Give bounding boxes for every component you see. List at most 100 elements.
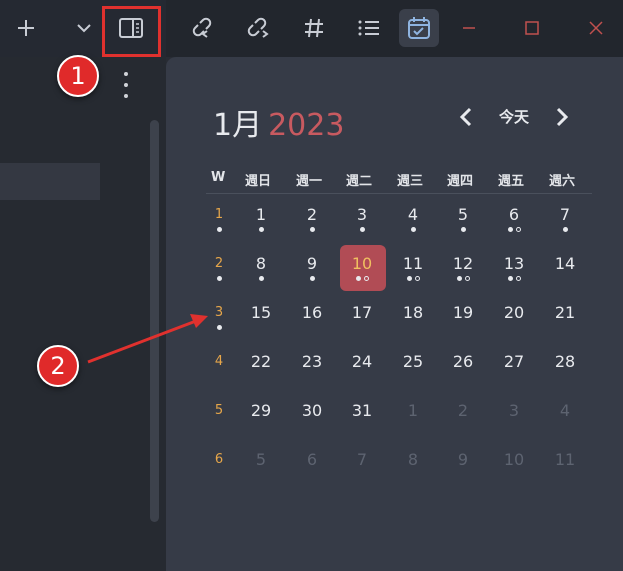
calendar-day[interactable]: 13: [494, 254, 534, 273]
header-divider: [206, 193, 592, 194]
calendar-day[interactable]: 16: [292, 303, 332, 322]
calendar-day[interactable]: 8: [241, 254, 281, 273]
calendar-day[interactable]: 12: [443, 254, 483, 273]
calendar-day[interactable]: 6: [292, 450, 332, 469]
selected-item[interactable]: [0, 163, 100, 200]
calendar-day[interactable]: 4: [393, 205, 433, 224]
calendar-day[interactable]: 19: [443, 303, 483, 322]
calendar-day[interactable]: 31: [342, 401, 382, 420]
today-button[interactable]: 今天: [490, 106, 538, 128]
calendar-day[interactable]: 10: [494, 450, 534, 469]
sidebar-toggle-highlight: [102, 6, 161, 57]
chevron-down-icon[interactable]: [66, 10, 102, 46]
week-number[interactable]: 4: [209, 354, 229, 369]
calendar-day[interactable]: 7: [342, 450, 382, 469]
calendar-day[interactable]: 30: [292, 401, 332, 420]
calendar-day[interactable]: 8: [393, 450, 433, 469]
task-dot: [364, 276, 369, 281]
calendar-day[interactable]: 3: [494, 401, 534, 420]
weekday-header: 週六: [549, 174, 576, 189]
note-dot: [310, 276, 315, 281]
note-dot: [310, 227, 315, 232]
week-number[interactable]: 2: [209, 256, 229, 271]
week-number[interactable]: 6: [209, 452, 229, 467]
calendar-day[interactable]: 26: [443, 352, 483, 371]
weekday-header: 週一: [296, 174, 323, 189]
hashtag-icon[interactable]: [296, 10, 332, 46]
calendar-day[interactable]: 5: [241, 450, 281, 469]
list-icon[interactable]: [351, 10, 387, 46]
calendar-day[interactable]: 21: [545, 303, 585, 322]
calendar-day[interactable]: 11: [393, 254, 433, 273]
note-dot: [457, 276, 462, 281]
calendar-day[interactable]: 11: [545, 450, 585, 469]
calendar-day[interactable]: 27: [494, 352, 534, 371]
note-dot: [407, 276, 412, 281]
close-button[interactable]: [578, 10, 614, 46]
more-options-icon[interactable]: [118, 72, 134, 98]
backlink-in-icon[interactable]: [185, 10, 221, 46]
calendar-day[interactable]: 6: [494, 205, 534, 224]
note-dot: [360, 227, 365, 232]
calendar-day[interactable]: 20: [494, 303, 534, 322]
week-note-dot: [217, 227, 222, 232]
left-pane: [0, 57, 166, 571]
calendar-day[interactable]: 28: [545, 352, 585, 371]
note-dot: [259, 227, 264, 232]
calendar-day[interactable]: 2: [443, 401, 483, 420]
plus-icon[interactable]: [8, 10, 44, 46]
maximize-button[interactable]: [514, 10, 550, 46]
calendar-day[interactable]: 23: [292, 352, 332, 371]
task-dot: [516, 227, 521, 232]
calendar-day[interactable]: 9: [443, 450, 483, 469]
calendar-day[interactable]: 4: [545, 401, 585, 420]
note-dot: [508, 276, 513, 281]
prev-month-icon[interactable]: [456, 106, 478, 128]
calendar-day[interactable]: 25: [393, 352, 433, 371]
weekday-header: 週日: [245, 174, 272, 189]
task-dot: [415, 276, 420, 281]
calendar-day[interactable]: 22: [241, 352, 281, 371]
calendar-day[interactable]: 18: [393, 303, 433, 322]
week-number[interactable]: 3: [209, 305, 229, 320]
backlink-out-icon[interactable]: [240, 10, 276, 46]
note-dot: [411, 227, 416, 232]
task-dot: [465, 276, 470, 281]
calendar-day[interactable]: 29: [241, 401, 281, 420]
calendar-day[interactable]: 5: [443, 205, 483, 224]
calendar-day[interactable]: 1: [393, 401, 433, 420]
scrollbar[interactable]: [150, 120, 159, 522]
note-dot: [259, 276, 264, 281]
calendar-day[interactable]: 10: [342, 254, 382, 273]
note-dot: [356, 276, 361, 281]
task-dot: [516, 276, 521, 281]
calendar-day[interactable]: 15: [241, 303, 281, 322]
note-dot: [563, 227, 568, 232]
weekday-header: 週五: [498, 174, 525, 189]
calendar-day[interactable]: 7: [545, 205, 585, 224]
weekday-header: 週四: [447, 174, 474, 189]
week-number[interactable]: 5: [209, 403, 229, 418]
year-label: 2023: [268, 108, 345, 143]
calendar-day[interactable]: 14: [545, 254, 585, 273]
month-label: 1月: [213, 108, 263, 143]
note-dot: [508, 227, 513, 232]
calendar-day[interactable]: 9: [292, 254, 332, 273]
calendar-day[interactable]: 2: [292, 205, 332, 224]
calendar-day[interactable]: 17: [342, 303, 382, 322]
next-month-icon[interactable]: [550, 106, 572, 128]
weekday-header: 週三: [397, 174, 424, 189]
week-number[interactable]: 1: [209, 207, 229, 222]
week-note-dot: [217, 276, 222, 281]
annotation-badge-1: 1: [57, 55, 99, 97]
calendar-day[interactable]: 24: [342, 352, 382, 371]
calendar-icon[interactable]: [401, 10, 437, 46]
minimize-button[interactable]: [451, 10, 487, 46]
calendar-day[interactable]: 1: [241, 205, 281, 224]
month-title: 1月 2023: [213, 100, 344, 144]
week-note-dot: [217, 325, 222, 330]
annotation-badge-2: 2: [37, 345, 79, 387]
calendar-day[interactable]: 3: [342, 205, 382, 224]
title-bar: [0, 0, 623, 57]
week-column-header: W: [211, 170, 226, 185]
